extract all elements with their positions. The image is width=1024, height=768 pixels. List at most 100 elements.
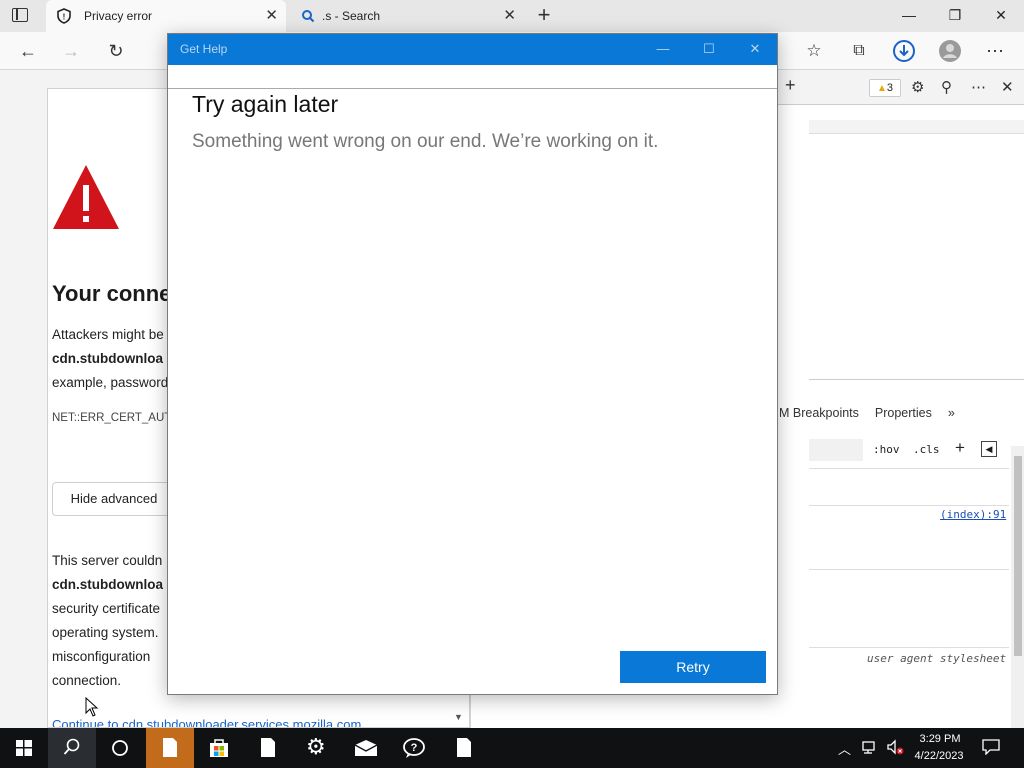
- close-icon[interactable]: ✕: [503, 0, 516, 32]
- close-icon[interactable]: ✕: [740, 39, 770, 59]
- filter-input[interactable]: [809, 439, 863, 461]
- refresh-icon[interactable]: ↻: [105, 40, 127, 62]
- tab-strip: ! Privacy error ✕ .s - Search ✕ + — ❐ ✕: [0, 0, 1024, 32]
- new-tab-icon[interactable]: +: [534, 4, 554, 27]
- settings-gear-icon[interactable]: ⚙: [911, 78, 924, 96]
- svg-text:?: ?: [411, 742, 418, 754]
- store-icon: [210, 739, 228, 757]
- page-text: operating system.: [52, 625, 159, 640]
- warnings-badge[interactable]: ▲3: [869, 79, 901, 97]
- forward-icon[interactable]: →: [60, 40, 82, 62]
- back-icon[interactable]: ←: [17, 40, 39, 62]
- page-text: cdn.stubdownloa: [52, 351, 163, 366]
- file-icon: [457, 738, 471, 757]
- get-help-dialog: Get Help — ☐ ✕ Try again later Something…: [167, 33, 778, 695]
- more-icon[interactable]: ⋯: [984, 40, 1006, 62]
- minimize-icon[interactable]: —: [648, 39, 678, 59]
- taskbar-store[interactable]: [195, 728, 243, 768]
- page-text: security certificate: [52, 601, 161, 616]
- notifications-icon[interactable]: [982, 739, 1000, 755]
- tab-actions-icon[interactable]: [12, 8, 28, 22]
- clock-date[interactable]: 4/22/2023: [908, 750, 970, 762]
- taskbar-app-active[interactable]: [146, 728, 194, 768]
- source-link[interactable]: (index):91: [940, 508, 1006, 521]
- profile-avatar-icon[interactable]: [938, 39, 962, 63]
- hov-toggle[interactable]: :hov: [873, 443, 900, 456]
- taskbar-get-help[interactable]: ?: [391, 728, 439, 768]
- network-icon[interactable]: [862, 738, 880, 756]
- gear-icon: ⚙: [306, 734, 326, 759]
- warning-triangle-icon: [53, 165, 119, 229]
- scroll-down-arrow[interactable]: ▼: [454, 712, 463, 722]
- toggle-sidebar-icon[interactable]: ◀: [981, 441, 997, 457]
- page-text: This server couldn: [52, 553, 163, 568]
- cls-toggle[interactable]: .cls: [913, 443, 940, 456]
- taskbar-file[interactable]: [440, 728, 488, 768]
- task-view-button[interactable]: [96, 728, 144, 768]
- search-icon: [63, 738, 80, 755]
- start-button[interactable]: [0, 728, 48, 768]
- tab-privacy-error[interactable]: ! Privacy error ✕: [46, 0, 286, 32]
- warning-icon: ▲: [876, 83, 887, 94]
- taskbar-settings[interactable]: ⚙: [293, 728, 341, 768]
- clock-time[interactable]: 3:29 PM: [914, 733, 966, 745]
- taskbar: ⚙ ? ︿ 3:29 PM 4/22/2023: [0, 728, 1024, 768]
- styles-filter-row: :hov .cls + ◀: [809, 437, 1009, 465]
- close-devtools-icon[interactable]: ✕: [1001, 78, 1014, 96]
- restore-icon[interactable]: ❐: [932, 0, 978, 32]
- search-button[interactable]: [48, 728, 96, 768]
- svg-text:!: !: [63, 13, 66, 22]
- page-heading: Your conne: [52, 281, 172, 306]
- dialog-heading: Try again later: [192, 91, 339, 117]
- page-text: misconfiguration: [52, 649, 151, 664]
- volume-muted-icon[interactable]: [886, 738, 904, 756]
- mouse-cursor-icon: [85, 697, 99, 717]
- download-icon[interactable]: [892, 39, 916, 63]
- more-icon[interactable]: ⋯: [971, 78, 986, 96]
- file-icon: [163, 738, 177, 757]
- tab-title: .s - Search: [322, 9, 381, 23]
- tab-dom-breakpoints[interactable]: M Breakpoints: [779, 406, 859, 420]
- devtools-divider: [809, 468, 1009, 469]
- devtools-subtabs: M Breakpoints Properties »: [779, 406, 971, 420]
- new-rule-icon[interactable]: +: [955, 438, 965, 458]
- more-tabs-icon[interactable]: »: [948, 406, 955, 420]
- close-icon[interactable]: ✕: [265, 0, 278, 32]
- user-agent-label: user agent stylesheet: [867, 652, 1007, 665]
- scrollbar[interactable]: [1011, 446, 1024, 728]
- dialog-titlebar[interactable]: Get Help — ☐ ✕: [168, 34, 777, 65]
- hide-advanced-button[interactable]: Hide advanced: [52, 482, 176, 516]
- page-text: connection.: [52, 673, 122, 688]
- maximize-icon[interactable]: ☐: [694, 39, 724, 59]
- search-icon: [302, 10, 315, 23]
- dialog-message: Something went wrong on our end. We’re w…: [192, 131, 659, 152]
- add-tool-icon[interactable]: +: [785, 75, 796, 96]
- cortana-icon: [112, 740, 128, 756]
- taskbar-file[interactable]: [244, 728, 292, 768]
- taskbar-mail[interactable]: [342, 728, 390, 768]
- page-text: Attackers might be: [52, 327, 164, 342]
- page-text: cdn.stubdownloa: [52, 577, 163, 592]
- continue-link[interactable]: Continue to cdn.stubdownloader.services.…: [52, 717, 361, 727]
- favorites-icon[interactable]: ☆: [803, 40, 825, 62]
- window-close-icon[interactable]: ✕: [978, 0, 1024, 32]
- mail-icon: [354, 740, 378, 756]
- devtools-divider: [809, 505, 1009, 506]
- scrollbar-thumb[interactable]: [1014, 456, 1022, 656]
- customize-icon[interactable]: ⚲: [941, 78, 952, 96]
- devtools-divider: [809, 379, 1024, 380]
- page-text: example, password: [52, 375, 169, 390]
- chevron-up-icon[interactable]: ︿: [838, 739, 851, 758]
- dialog-header-strip: [168, 65, 777, 89]
- retry-button[interactable]: Retry: [620, 651, 766, 683]
- tab-properties[interactable]: Properties: [875, 406, 932, 420]
- warning-count: 3: [886, 82, 894, 94]
- file-icon: [261, 738, 275, 757]
- windows-logo-icon: [16, 740, 32, 756]
- minimize-icon[interactable]: —: [886, 0, 932, 32]
- collections-icon[interactable]: ⧉: [848, 40, 870, 62]
- tab-search[interactable]: .s - Search ✕: [290, 0, 524, 32]
- devtools-divider: [809, 569, 1009, 570]
- tab-title: Privacy error: [84, 9, 153, 23]
- devtools-divider: [809, 647, 1009, 648]
